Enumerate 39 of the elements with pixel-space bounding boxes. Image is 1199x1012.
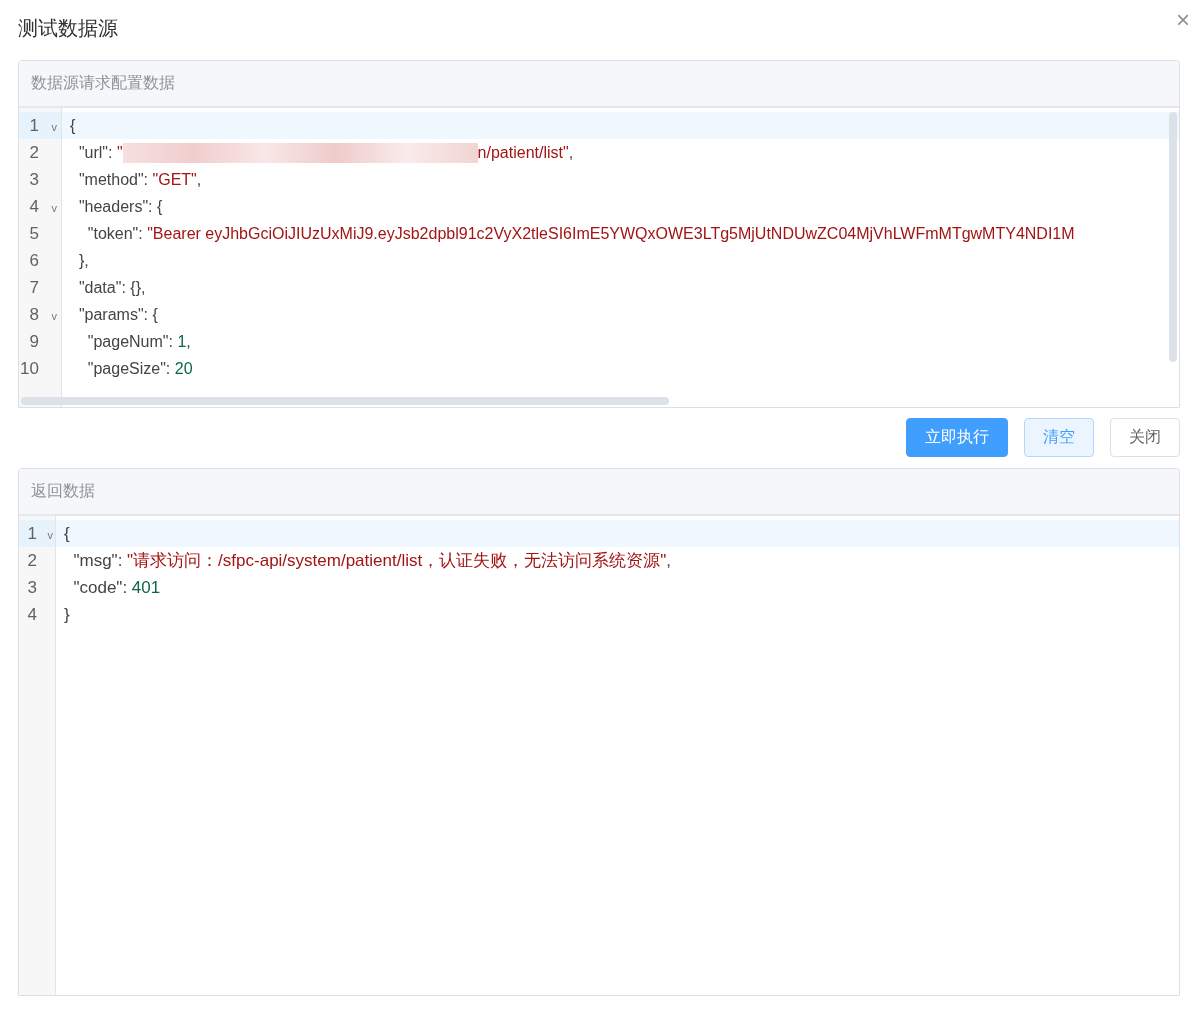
- code-line: "token": "Bearer eyJhbGciOiJIUzUxMiJ9.eyJsb2dpbl91c2VyX2tleSI6ImE5YWQxOWE3LTg5MjUtNDUwZC04MjVhLWFmMTgwMTY4NDI1M: [86, 223, 1076, 244]
- close-button[interactable]: ×: [1176, 10, 1190, 30]
- code-line: },: [77, 250, 90, 271]
- action-button[interactable]: 关闭: [1110, 418, 1180, 457]
- line-number: 2: [27, 550, 37, 571]
- line-number: 1: [29, 115, 39, 136]
- line-number: 6: [29, 250, 39, 271]
- line-number: 7: [29, 277, 39, 298]
- action-button[interactable]: 立即执行: [906, 418, 1008, 457]
- code-line: "url": " n/patient/list",: [77, 141, 575, 165]
- line-number: 2: [29, 142, 39, 163]
- fold-toggle[interactable]: v: [51, 121, 57, 133]
- line-number: 8: [29, 304, 39, 325]
- line-number: 1: [27, 523, 37, 544]
- code-line: "pageSize": 20: [86, 358, 194, 379]
- line-number: 4: [29, 196, 39, 217]
- fold-toggle[interactable]: v: [47, 529, 53, 541]
- line-number: 3: [29, 169, 39, 190]
- line-number: 10: [20, 358, 39, 379]
- panel-title: 返回数据: [19, 469, 1179, 516]
- code-line: "data": {},: [77, 277, 147, 298]
- line-number: 4: [27, 604, 37, 625]
- code-line: "msg": "请求访问：/sfpc-api/system/patient/list，认证失败，无法访问系统资源",: [72, 549, 672, 572]
- horizontal-scrollbar[interactable]: [21, 397, 669, 405]
- code-line: }: [63, 603, 71, 626]
- code-line: "code": 401: [72, 576, 162, 599]
- vertical-scrollbar[interactable]: [1169, 112, 1177, 362]
- code-line: "headers": {: [77, 196, 164, 217]
- action-button[interactable]: 清空: [1024, 418, 1094, 457]
- panel-title: 数据源请求配置数据: [19, 61, 1179, 108]
- code-line: "params": {: [77, 304, 159, 325]
- dialog-title: 测试数据源: [18, 16, 118, 41]
- fold-toggle[interactable]: v: [51, 310, 57, 322]
- line-number: 9: [29, 331, 39, 352]
- fold-toggle[interactable]: v: [51, 202, 57, 214]
- line-number: 5: [29, 223, 39, 244]
- code-line: "method": "GET",: [77, 169, 203, 190]
- line-number: 3: [27, 577, 37, 598]
- code-line: "pageNum": 1,: [86, 331, 192, 352]
